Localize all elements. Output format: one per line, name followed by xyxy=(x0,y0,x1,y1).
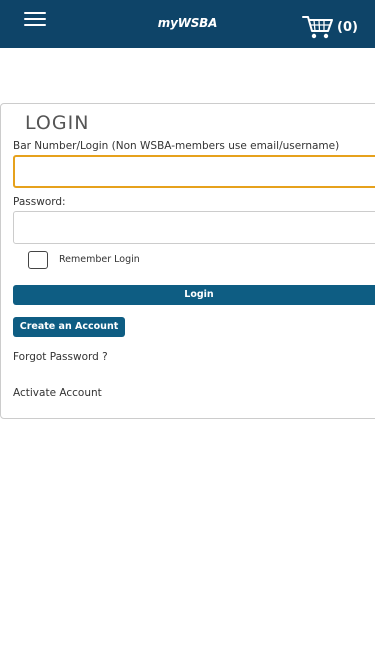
top-navigation-bar: myWSBA (0) xyxy=(0,0,375,48)
cart-count: (0) xyxy=(337,20,358,35)
shopping-cart-icon xyxy=(302,16,333,39)
password-input[interactable] xyxy=(13,211,375,244)
remember-login-checkbox[interactable] xyxy=(28,251,48,269)
hamburger-menu-icon xyxy=(24,12,46,14)
create-account-button[interactable]: Create an Account xyxy=(13,317,125,337)
activate-account-link[interactable]: Activate Account xyxy=(13,387,102,399)
username-input[interactable] xyxy=(13,155,375,188)
login-button[interactable]: Login xyxy=(13,285,375,305)
login-title: LOGIN xyxy=(25,112,90,134)
password-label: Password: xyxy=(13,196,66,208)
remember-login-label[interactable]: Remember Login xyxy=(59,254,140,265)
username-label: Bar Number/Login (Non WSBA-members use e… xyxy=(13,140,340,152)
forgot-password-link[interactable]: Forgot Password ? xyxy=(13,351,108,363)
login-panel: LOGIN Bar Number/Login (Non WSBA-members… xyxy=(0,103,375,419)
